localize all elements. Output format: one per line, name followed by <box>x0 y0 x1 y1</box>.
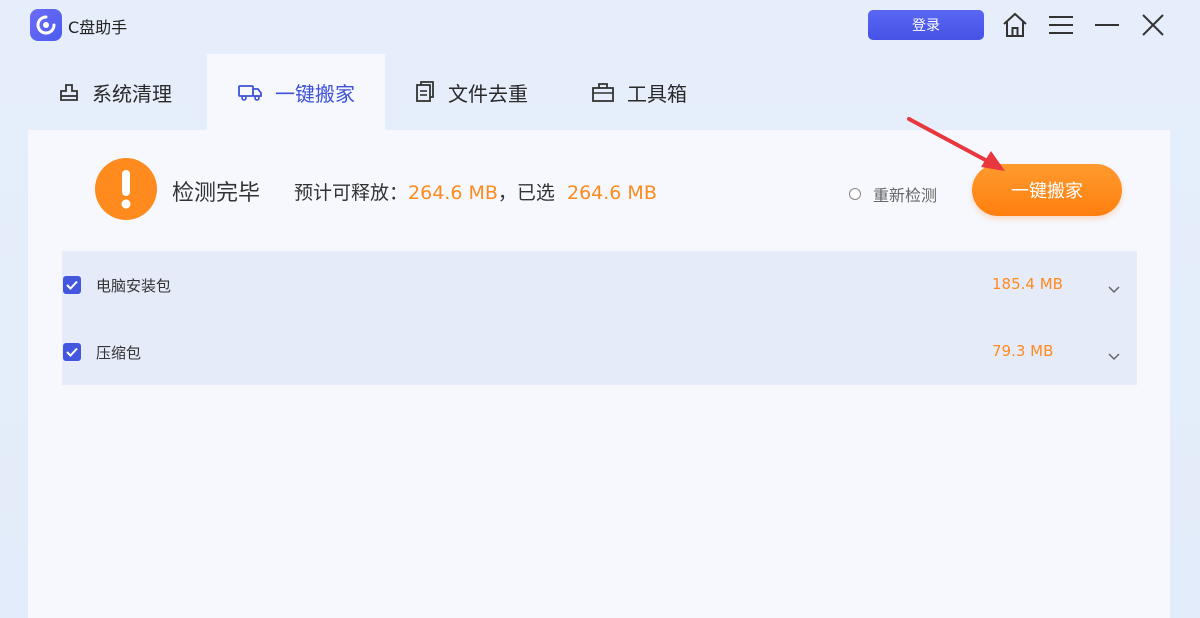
item-size: 185.4 MB <box>992 275 1063 293</box>
pointer-arrow-icon <box>907 117 1005 171</box>
item-name: 电脑安装包 <box>96 277 172 295</box>
tab-toolbox[interactable]: 工具箱 <box>591 54 687 130</box>
recheck-button[interactable]: 重新检测 <box>849 182 937 206</box>
home-icon[interactable] <box>1000 10 1030 40</box>
tab-file-dedupe[interactable]: 文件去重 <box>414 54 528 130</box>
checkbox[interactable] <box>63 276 81 294</box>
selected-size: 264.6 MB <box>567 182 657 204</box>
warning-icon <box>95 158 157 220</box>
status-title: 检测完毕 <box>172 181 261 206</box>
toolbox-icon <box>591 81 615 103</box>
status-summary: 预计可释放：264.6 MB，已选 264.6 MB <box>294 178 657 205</box>
tab-label: 系统清理 <box>92 81 172 106</box>
refresh-icon <box>849 188 861 200</box>
tab-one-click-move[interactable]: 一键搬家 <box>207 54 385 130</box>
login-button[interactable]: 登录 <box>868 10 984 40</box>
recheck-label: 重新检测 <box>873 186 938 205</box>
chevron-down-icon[interactable] <box>1108 279 1120 298</box>
item-size: 79.3 MB <box>992 342 1054 360</box>
broom-icon <box>58 81 80 103</box>
close-icon[interactable] <box>1138 10 1168 40</box>
tab-system-clean[interactable]: 系统清理 <box>58 54 172 130</box>
truck-icon <box>237 81 263 103</box>
checkbox[interactable] <box>63 343 81 361</box>
selected-label: ，已选 <box>497 182 555 204</box>
tab-label: 一键搬家 <box>275 81 355 106</box>
item-name: 压缩包 <box>96 344 142 362</box>
tab-label: 工具箱 <box>627 81 687 106</box>
menu-icon[interactable] <box>1046 10 1076 40</box>
file-category-list: 电脑安装包 185.4 MB 压缩包 79.3 MB <box>62 251 1137 385</box>
app-title: C盘助手 <box>68 18 128 37</box>
chevron-down-icon[interactable] <box>1108 346 1120 365</box>
releasable-size: 264.6 MB <box>408 182 498 204</box>
duplicate-file-icon <box>414 80 436 104</box>
releasable-label: 预计可释放： <box>294 182 409 204</box>
list-item[interactable]: 电脑安装包 185.4 MB <box>62 251 1137 318</box>
list-item[interactable]: 压缩包 79.3 MB <box>62 318 1137 385</box>
title-bar: C盘助手 登录 <box>0 0 1200 52</box>
app-logo-icon <box>30 9 62 41</box>
tab-label: 文件去重 <box>448 81 528 106</box>
minimize-icon[interactable] <box>1092 10 1122 40</box>
